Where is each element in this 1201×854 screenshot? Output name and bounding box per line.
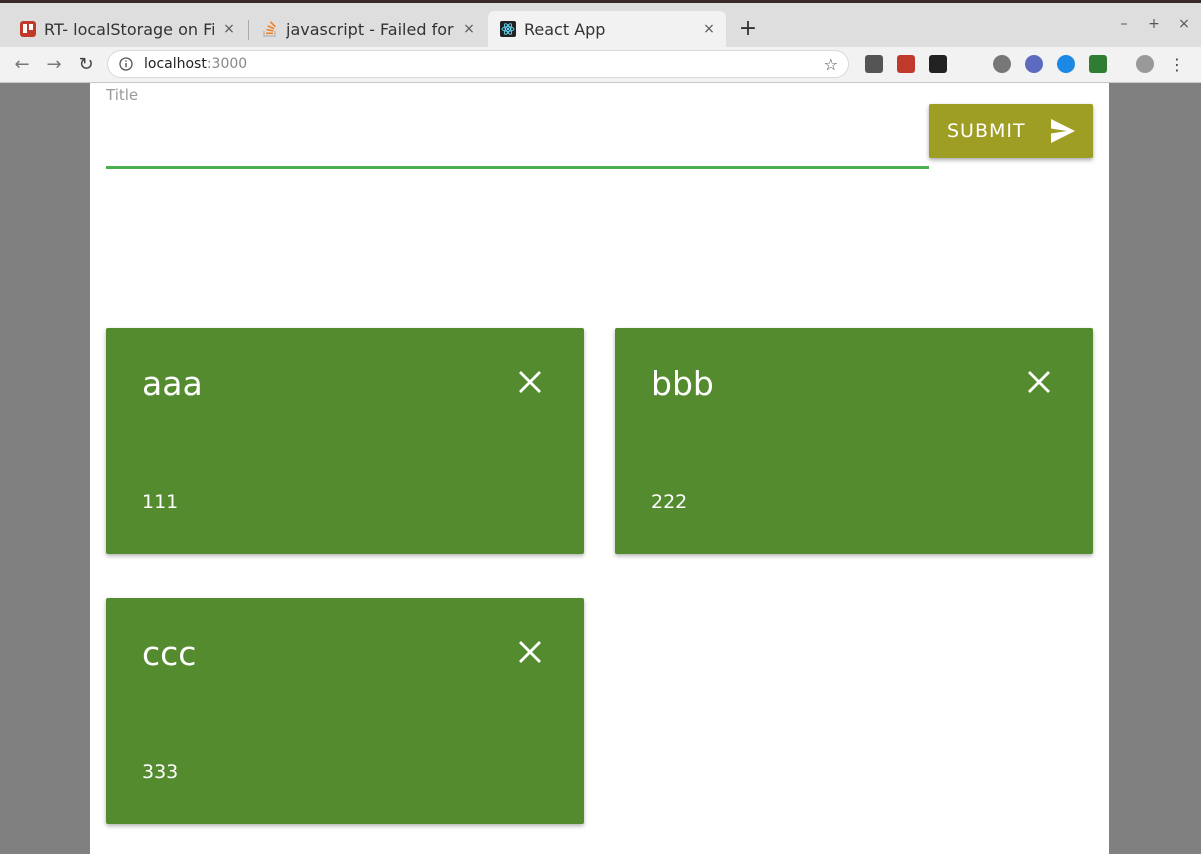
card-body: 333 (142, 761, 179, 783)
note-card: bbb 222 (615, 328, 1093, 554)
title-field-label: Title (106, 86, 139, 104)
tab-react-app[interactable]: React App × (488, 11, 726, 47)
alien-icon[interactable] (1136, 55, 1154, 73)
info-icon[interactable] (118, 56, 134, 72)
tab-close-button[interactable]: × (460, 21, 478, 37)
tab-javascript-failed-form[interactable]: javascript - Failed form × (250, 11, 486, 47)
close-icon[interactable] (1025, 368, 1053, 396)
minimize-button[interactable]: – (1114, 16, 1134, 32)
address-bar[interactable]: localhost:3000 ☆ (107, 50, 849, 78)
tab-label: javascript - Failed form (286, 19, 454, 39)
r-icon[interactable] (1025, 55, 1043, 73)
note-card: ccc 333 (106, 598, 584, 824)
card-body: 222 (651, 491, 688, 513)
new-tab-button[interactable]: + (736, 17, 760, 41)
close-icon[interactable] (516, 368, 544, 396)
tab-close-button[interactable]: × (220, 21, 238, 37)
url-port: :3000 (206, 56, 248, 72)
reload-button[interactable]: ↻ (74, 53, 98, 77)
submit-button[interactable]: SUBMIT (929, 104, 1093, 158)
dots-icon[interactable] (961, 55, 979, 73)
circle-icon[interactable] (1057, 55, 1075, 73)
send-icon (1051, 119, 1075, 143)
title-input[interactable] (106, 109, 929, 169)
url-host: localhost (144, 56, 207, 72)
stackoverflow-icon (262, 21, 278, 37)
app-page: Title SUBMIT aaa 111 bbb 222 ccc 333 (90, 83, 1109, 854)
shield-icon[interactable] (1089, 55, 1107, 73)
lightbulb-icon[interactable] (865, 55, 883, 73)
browser-menu-button[interactable]: ⋮ (1168, 55, 1186, 75)
terminal-icon[interactable] (929, 55, 947, 73)
tab-separator (248, 20, 249, 40)
tab-bar: RT- localStorage on Fir × javascript - F… (0, 3, 1201, 47)
tab-close-button[interactable]: × (700, 21, 718, 37)
tab-label: React App (524, 19, 606, 39)
settings-icon[interactable] (993, 55, 1011, 73)
window-close-button[interactable]: × (1174, 16, 1194, 32)
puzzle-icon[interactable] (897, 55, 915, 73)
tab-label: RT- localStorage on Fir (44, 19, 214, 39)
tab-rt-localstorage[interactable]: RT- localStorage on Fir × (8, 11, 246, 47)
browser-toolbar: ← → ↻ localhost:3000 ☆ ⋮ (0, 47, 1201, 83)
note-card: aaa 111 (106, 328, 584, 554)
card-title: bbb (651, 364, 714, 403)
card-title: aaa (142, 364, 203, 403)
bookmark-star-icon[interactable]: ☆ (824, 55, 838, 74)
maximize-button[interactable]: + (1144, 16, 1164, 32)
back-button[interactable]: ← (10, 53, 34, 77)
card-title: ccc (142, 634, 197, 673)
trello-icon (20, 21, 36, 37)
card-body: 111 (142, 491, 179, 513)
submit-label: SUBMIT (947, 120, 1026, 142)
close-icon[interactable] (516, 638, 544, 666)
forward-button[interactable]: → (42, 53, 66, 77)
react-icon (500, 21, 516, 37)
